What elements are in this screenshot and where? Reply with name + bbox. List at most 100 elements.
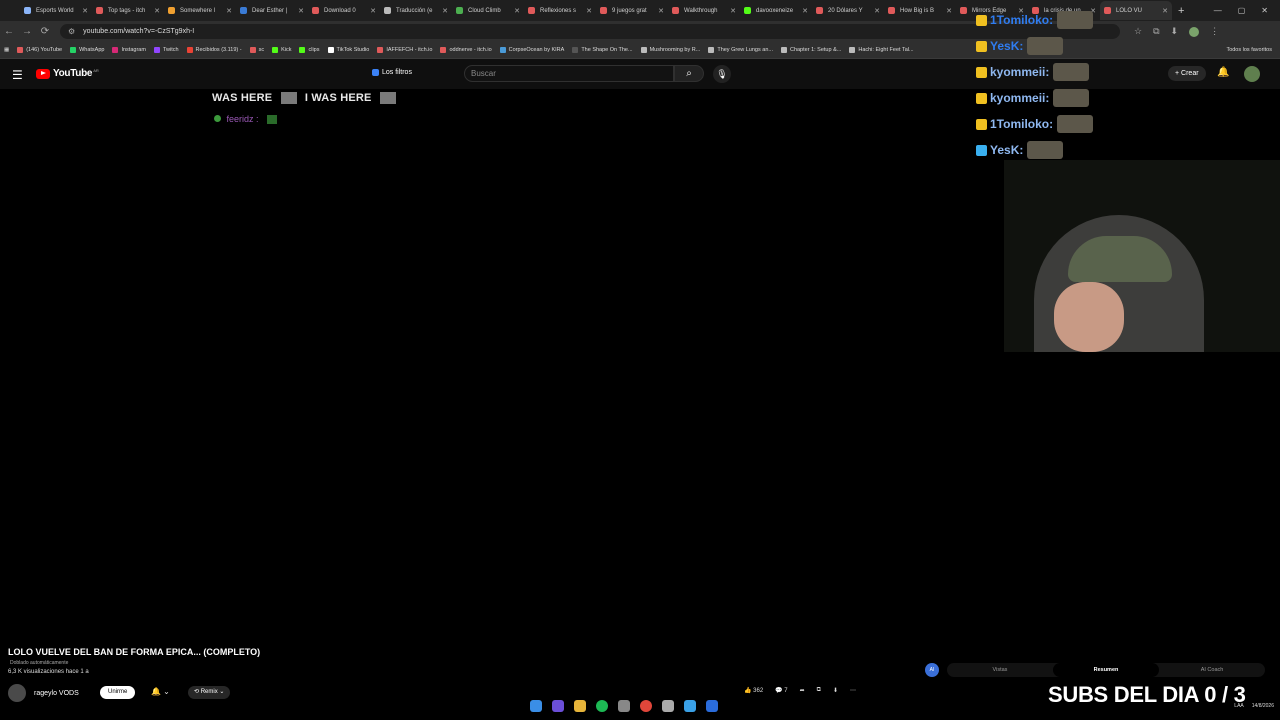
subscribe-bell-icon[interactable]: 🔔 ⌄ — [151, 687, 170, 696]
bookmark-item[interactable]: The Shape On The... — [568, 47, 636, 53]
url-bar[interactable]: ⚙ youtube.com/watch?v=-CzSTg9xh-I — [60, 24, 1120, 39]
close-window-icon[interactable]: ✕ — [1261, 6, 1268, 15]
chat-emote-line: WAS HERE I WAS HERE — [212, 92, 401, 105]
chrome-icon[interactable] — [640, 700, 652, 712]
comment-button[interactable]: 💬 7 — [775, 687, 787, 694]
menu-icon[interactable]: ⋮ — [1210, 26, 1219, 37]
mic-icon[interactable]: 🎙 — [713, 65, 731, 83]
bookmark-item[interactable]: WhatsApp — [66, 47, 108, 53]
tab-close-icon[interactable]: ✕ — [874, 7, 880, 15]
tab-close-icon[interactable]: ✕ — [1162, 7, 1168, 15]
youtube-logo[interactable]: YouTube AR — [36, 68, 99, 79]
browser-tab[interactable]: 9 juegos grat ✕ — [596, 1, 668, 20]
tab-close-icon[interactable]: ✕ — [226, 7, 232, 15]
clock-date[interactable]: 14/8/2026 — [1252, 703, 1274, 709]
language-indicator[interactable]: LAA — [1234, 703, 1243, 709]
file-explorer-icon[interactable] — [574, 700, 586, 712]
notifications-bell-icon[interactable]: 🔔 — [1217, 67, 1229, 78]
search-button[interactable]: ⌕ — [674, 65, 704, 82]
browser-tab[interactable]: Download 0 ✕ — [308, 1, 380, 20]
remix-button[interactable]: ⟲ Remix ⌄ — [188, 686, 231, 699]
clip-icon[interactable]: ⧉ — [817, 687, 821, 694]
create-button[interactable]: + Crear — [1168, 66, 1206, 81]
app-icon[interactable] — [662, 700, 674, 712]
panel-tab[interactable]: Vistas — [947, 663, 1053, 677]
app-icon[interactable] — [706, 700, 718, 712]
browser-tab[interactable]: Esports World ✕ — [20, 1, 92, 20]
bookmark-item[interactable]: oddnerve - itch.io — [436, 47, 495, 53]
chat-badge-icon — [976, 92, 987, 104]
app-icon[interactable] — [618, 700, 630, 712]
star-icon[interactable]: ☆ — [1134, 26, 1142, 37]
tab-close-icon[interactable]: ✕ — [298, 7, 304, 15]
profile-avatar[interactable] — [1189, 26, 1200, 37]
site-info-icon[interactable]: ⚙ — [68, 27, 75, 36]
browser-tab[interactable]: LOLO VU ✕ — [1100, 1, 1172, 20]
browser-tab[interactable]: 20 Dólares Y ✕ — [812, 1, 884, 20]
share-icon[interactable]: ➦ — [800, 687, 805, 694]
all-bookmarks-button[interactable]: Todos los favoritos — [1226, 47, 1280, 53]
bookmark-item[interactable]: Twitch — [150, 47, 183, 53]
download-video-icon[interactable]: ⬇ — [833, 687, 838, 694]
tab-close-icon[interactable]: ✕ — [82, 7, 88, 15]
bookmark-item[interactable]: Hachi: Eight Feet Tal... — [845, 47, 917, 53]
spotify-icon[interactable] — [596, 700, 608, 712]
bookmark-item[interactable]: TikTok Studio — [324, 47, 374, 53]
tab-close-icon[interactable]: ✕ — [730, 7, 736, 15]
browser-tab[interactable]: How Big is B ✕ — [884, 1, 956, 20]
apps-icon[interactable]: ▦ — [0, 47, 13, 53]
forward-icon[interactable]: → — [18, 26, 36, 37]
extensions-icon[interactable]: ⧉ — [1153, 26, 1159, 37]
more-icon[interactable]: ⋯ — [850, 687, 856, 694]
bookmark-item[interactable]: IAFFEFCH - itch.io — [373, 47, 436, 53]
app-icon[interactable] — [552, 700, 564, 712]
app-icon[interactable] — [684, 700, 696, 712]
maximize-icon[interactable]: ▢ — [1238, 6, 1246, 15]
like-button[interactable]: 👍 362 — [744, 687, 763, 694]
panel-tab[interactable]: Resumen — [1053, 663, 1159, 677]
browser-tab[interactable]: Cloud Climb ✕ — [452, 1, 524, 20]
browser-tab[interactable]: Traducción (e ✕ — [380, 1, 452, 20]
windows-start-icon[interactable] — [530, 700, 542, 712]
browser-tab[interactable]: Walkthrough ✕ — [668, 1, 740, 20]
reload-icon[interactable]: ⟳ — [36, 26, 54, 37]
bookmark-item[interactable]: Kick — [268, 47, 295, 53]
bookmark-item[interactable]: They Grew Lungs an... — [704, 47, 777, 53]
bookmark-favicon-icon — [327, 47, 334, 53]
bookmark-item[interactable]: CorpseOcean by KIRA — [496, 47, 569, 53]
browser-tab[interactable]: davooxeneize ✕ — [740, 1, 812, 20]
tab-close-icon[interactable]: ✕ — [154, 7, 160, 15]
bookmark-item[interactable]: sc — [246, 47, 269, 53]
bookmark-item[interactable]: Recibidos (3.119) - — [183, 47, 246, 53]
panel-tab[interactable]: AI Coach — [1159, 663, 1265, 677]
ai-icon[interactable]: AI — [925, 663, 939, 677]
bookmark-item[interactable]: (146) YouTube — [13, 47, 66, 53]
channel-name[interactable]: rageylo VODS — [34, 690, 79, 697]
browser-tab[interactable]: Top tags - itch ✕ — [92, 1, 164, 20]
bookmark-item[interactable]: Mushrooming by R... — [637, 47, 705, 53]
bookmark-item[interactable]: Instagram — [108, 47, 149, 53]
tab-close-icon[interactable]: ✕ — [442, 7, 448, 15]
search-input[interactable]: Buscar — [464, 65, 674, 82]
tab-close-icon[interactable]: ✕ — [586, 7, 592, 15]
account-avatar[interactable] — [1244, 66, 1260, 82]
channel-info[interactable]: rageylo VODS — [8, 684, 79, 702]
join-button[interactable]: Unirme — [100, 686, 136, 699]
bookmark-item[interactable]: Chapter 1: Setup &... — [777, 47, 845, 53]
tab-close-icon[interactable]: ✕ — [514, 7, 520, 15]
tab-close-icon[interactable]: ✕ — [802, 7, 808, 15]
bookmark-item[interactable]: clips — [295, 47, 323, 53]
hamburger-icon[interactable]: ☰ — [12, 68, 23, 82]
filters-button[interactable]: Los filtros — [372, 69, 412, 76]
back-icon[interactable]: ← — [0, 26, 18, 37]
minimize-icon[interactable]: — — [1214, 6, 1222, 15]
tab-close-icon[interactable]: ✕ — [946, 7, 952, 15]
channel-avatar[interactable] — [8, 684, 26, 702]
new-tab-icon[interactable]: + — [1172, 5, 1190, 17]
tab-close-icon[interactable]: ✕ — [370, 7, 376, 15]
download-icon[interactable]: ⬇ — [1171, 26, 1179, 37]
browser-tab[interactable]: Dear Esther | ✕ — [236, 1, 308, 20]
browser-tab[interactable]: Somewhere l ✕ — [164, 1, 236, 20]
browser-tab[interactable]: Reflexiones s ✕ — [524, 1, 596, 20]
tab-close-icon[interactable]: ✕ — [658, 7, 664, 15]
